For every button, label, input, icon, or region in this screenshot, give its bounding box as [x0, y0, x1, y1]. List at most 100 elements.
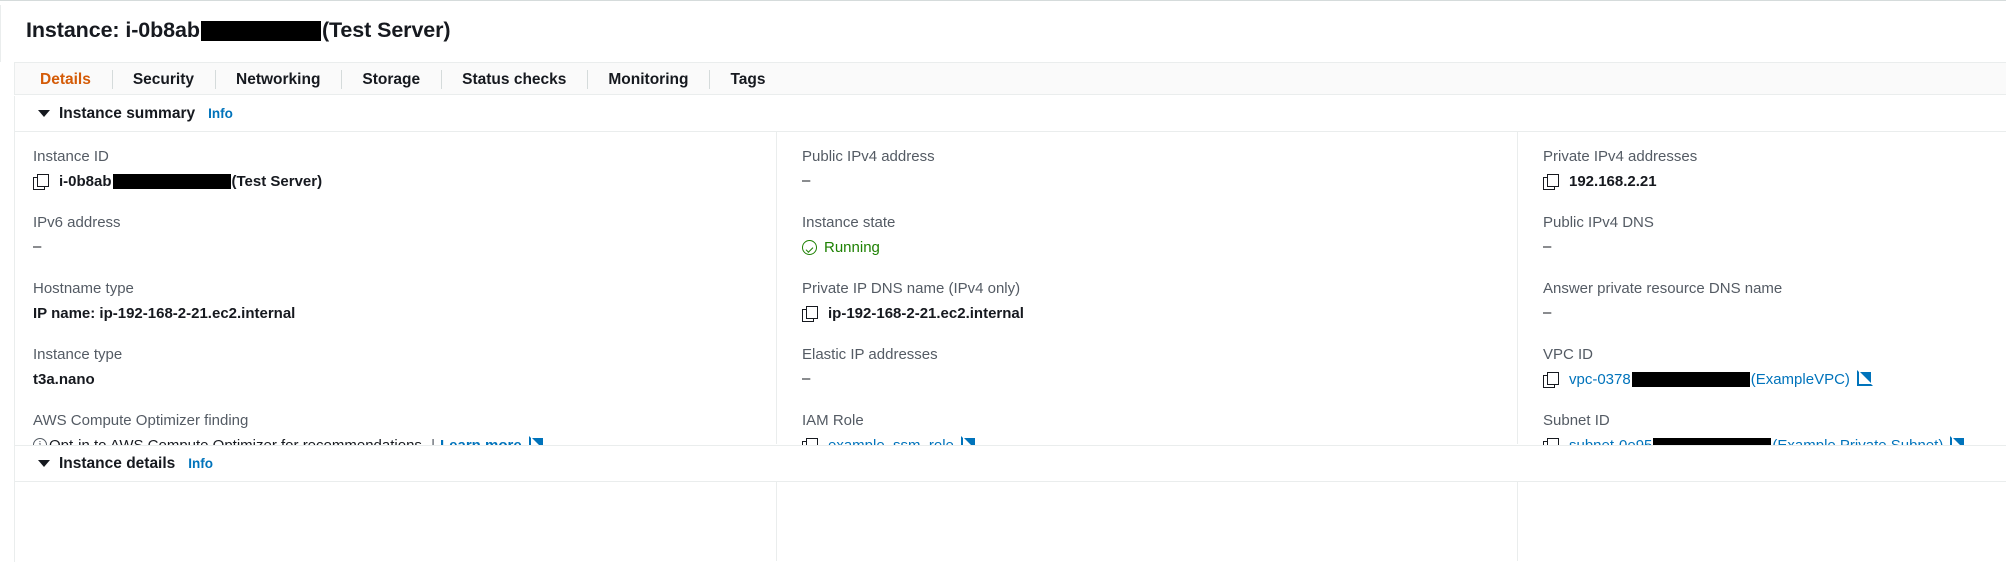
field-label: Elastic IP addresses [802, 346, 1517, 363]
summary-column-1: Instance ID i-0b8ab (Test Server) IPv6 ad… [15, 132, 776, 444]
check-circle-icon [802, 240, 817, 255]
field-value: – [33, 237, 776, 257]
summary-columns: Instance ID i-0b8ab (Test Server) IPv6 ad… [15, 132, 2006, 444]
info-link[interactable]: Info [208, 106, 233, 121]
field-value: vpc-0378 (ExampleVPC) [1543, 369, 1986, 389]
field-value: – [802, 369, 1517, 389]
field-hostname-type: Hostname type IP name: ip-192-168-2-21.e… [33, 280, 776, 323]
details-columns [15, 482, 2006, 561]
external-link-icon[interactable] [1857, 372, 1871, 386]
empty-value: – [1543, 303, 1551, 323]
tab-storage[interactable]: Storage [341, 63, 441, 96]
status-text: Running [824, 239, 880, 256]
tab-monitoring[interactable]: Monitoring [587, 63, 709, 96]
details-column-1 [15, 482, 776, 561]
field-private-ipv4-addresses: Private IPv4 addresses 192.168.2.21 [1543, 148, 1986, 191]
tab-details[interactable]: Details [19, 63, 112, 96]
field-label: Hostname type [33, 280, 776, 297]
details-column-2 [776, 482, 1517, 561]
field-value: – [1543, 303, 1986, 323]
instance-id-prefix: i-0b8ab [59, 173, 112, 190]
empty-value: – [33, 237, 41, 257]
field-ipv6-address: IPv6 address – [33, 214, 776, 257]
status-badge: Running [802, 239, 880, 256]
field-label: Instance ID [33, 148, 776, 165]
info-link[interactable]: Info [188, 456, 213, 471]
tab-label: Status checks [462, 71, 566, 89]
instance-summary-section: Instance summary Info Instance ID i-0b8a… [14, 96, 2006, 445]
tab-label: Security [133, 71, 194, 89]
field-label: Private IP DNS name (IPv4 only) [802, 280, 1517, 297]
section-title: Instance details [59, 455, 175, 473]
copy-icon[interactable] [1543, 174, 1558, 189]
field-public-ipv4-address: Public IPv4 address – [802, 148, 1517, 191]
page-title: Instance: i-0b8ab (Test Server) [26, 18, 451, 43]
tab-label: Details [40, 71, 91, 89]
field-public-ipv4-dns: Public IPv4 DNS – [1543, 214, 1986, 257]
field-label: Private IPv4 addresses [1543, 148, 1986, 165]
field-label: Answer private resource DNS name [1543, 280, 1986, 297]
field-label: Instance type [33, 346, 776, 363]
empty-value: – [1543, 237, 1551, 257]
field-value: ip-192-168-2-21.ec2.internal [802, 303, 1517, 323]
copy-icon[interactable] [33, 174, 48, 189]
field-instance-id: Instance ID i-0b8ab (Test Server) [33, 148, 776, 191]
copy-icon[interactable] [802, 306, 817, 321]
redaction-block-instance-id [113, 174, 231, 189]
tab-bar: Details Security Networking Storage Status c… [14, 62, 2006, 95]
page-title-prefix: Instance: i-0b8ab [26, 18, 200, 43]
page-header: Instance: i-0b8ab (Test Server) [0, 5, 2006, 62]
vpc-id-link[interactable]: vpc-0378 (ExampleVPC) [1569, 371, 1850, 388]
field-label: Public IPv4 DNS [1543, 214, 1986, 231]
field-value: IP name: ip-192-168-2-21.ec2.internal [33, 303, 776, 323]
tab-label: Storage [362, 71, 420, 89]
field-label: IAM Role [802, 412, 1517, 429]
field-value: – [1543, 237, 1986, 257]
field-vpc-id: VPC ID vpc-0378 (ExampleVPC) [1543, 346, 1986, 389]
field-instance-state: Instance state Running [802, 214, 1517, 257]
field-value: Running [802, 237, 1517, 257]
field-value: 192.168.2.21 [1543, 171, 1986, 191]
tab-label: Tags [730, 71, 765, 89]
redaction-block-instance-id [201, 21, 321, 41]
field-instance-type: Instance type t3a.nano [33, 346, 776, 389]
field-value: t3a.nano [33, 369, 776, 389]
empty-value: – [802, 171, 810, 191]
field-label: Instance state [802, 214, 1517, 231]
empty-value: – [802, 369, 810, 389]
tab-networking[interactable]: Networking [215, 63, 341, 96]
private-dns-value: ip-192-168-2-21.ec2.internal [828, 305, 1024, 322]
tab-security[interactable]: Security [112, 63, 215, 96]
section-title: Instance summary [59, 105, 195, 123]
summary-column-2: Public IPv4 address – Instance state Run… [776, 132, 1517, 444]
field-label: IPv6 address [33, 214, 776, 231]
field-label: Public IPv4 address [802, 148, 1517, 165]
redaction-block-vpc-id [1632, 372, 1750, 387]
field-label: AWS Compute Optimizer finding [33, 412, 776, 429]
tab-tags[interactable]: Tags [709, 63, 786, 96]
field-elastic-ip-addresses: Elastic IP addresses – [802, 346, 1517, 389]
chevron-down-icon[interactable] [38, 110, 50, 117]
field-value: i-0b8ab (Test Server) [33, 171, 776, 191]
copy-icon[interactable] [1543, 372, 1558, 387]
chevron-down-icon[interactable] [38, 460, 50, 467]
page-title-suffix: (Test Server) [322, 18, 451, 43]
summary-column-3: Private IPv4 addresses 192.168.2.21 Publ… [1517, 132, 1986, 444]
vpc-id-suffix: (ExampleVPC) [1751, 371, 1850, 388]
instance-details-section: Instance details Info [14, 445, 2006, 562]
details-column-3 [1517, 482, 1986, 561]
field-value: – [802, 171, 1517, 191]
field-label: VPC ID [1543, 346, 1986, 363]
tab-label: Monitoring [608, 71, 688, 89]
vpc-id-prefix: vpc-0378 [1569, 371, 1631, 388]
private-ipv4-value: 192.168.2.21 [1569, 173, 1657, 190]
instance-id-suffix: (Test Server) [232, 173, 323, 190]
field-private-ip-dns-name: Private IP DNS name (IPv4 only) ip-192-1… [802, 280, 1517, 323]
field-answer-private-resource-dns-name: Answer private resource DNS name – [1543, 280, 1986, 323]
instance-details-header: Instance details Info [15, 446, 2006, 482]
instance-summary-header: Instance summary Info [15, 96, 2006, 132]
ec2-instance-details-panel: Instance: i-0b8ab (Test Server) Details Se… [0, 0, 2006, 562]
tab-status-checks[interactable]: Status checks [441, 63, 587, 96]
tab-label: Networking [236, 71, 320, 89]
field-label: Subnet ID [1543, 412, 1986, 429]
